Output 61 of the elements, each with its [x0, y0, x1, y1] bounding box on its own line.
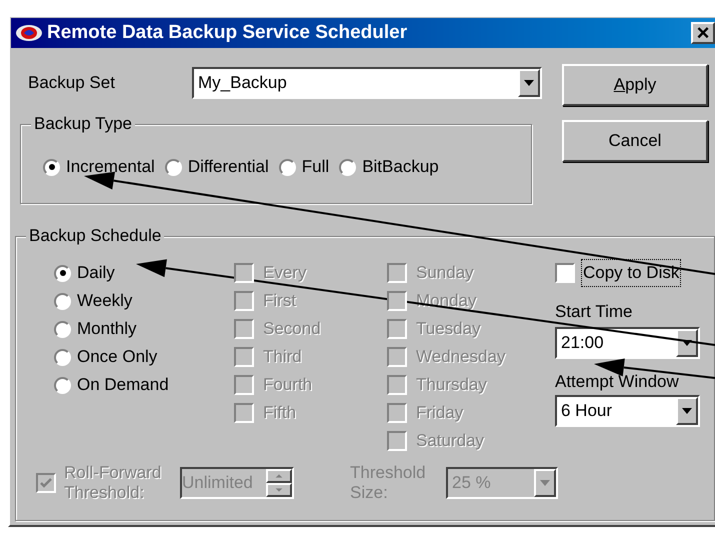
checkbox-label: Third [263, 346, 302, 368]
field-value: Unlimited [182, 472, 254, 494]
radio-button[interactable] [54, 376, 71, 394]
dropdown-button[interactable] [518, 69, 540, 97]
radio-button[interactable] [54, 320, 71, 338]
radio-label: Once Only [77, 346, 158, 368]
field-label: Start Time [555, 301, 634, 323]
field-value: My_Backup [197, 72, 288, 94]
caret-icon [524, 80, 534, 86]
radio-label: Incremental [66, 156, 155, 178]
checkbox-label: Wednesday [416, 346, 506, 368]
radio-button[interactable] [43, 158, 60, 176]
radio-label: Differential [188, 156, 269, 178]
spin-down-icon[interactable] [266, 483, 292, 497]
radio-button[interactable] [164, 158, 182, 176]
caret-icon [540, 480, 550, 486]
radio-label: On Demand [77, 374, 169, 396]
checkbox-label: First [263, 290, 296, 312]
checkbox-label: Copy to Disk [581, 259, 682, 287]
radio-button[interactable] [54, 264, 71, 282]
field-value: 6 Hour [560, 400, 614, 422]
radio-button[interactable] [278, 158, 296, 176]
radio-label: BitBackup [362, 156, 439, 178]
field-label: Backup Set [27, 72, 116, 94]
dropdown-button[interactable] [534, 469, 556, 497]
radio-button[interactable] [54, 292, 71, 310]
checkbox-label: Second [263, 318, 321, 340]
field-value: 21:00 [560, 332, 605, 354]
checkmark-icon [40, 478, 52, 488]
field-label: Threshold Size: [350, 463, 427, 503]
dropdown-button[interactable] [676, 329, 698, 357]
checkbox[interactable] [555, 263, 575, 283]
checkbox-label: Every [263, 262, 306, 284]
radio-button[interactable] [54, 348, 71, 366]
dialog-button[interactable]: Cancel [562, 120, 708, 162]
field-value: 25 % [451, 472, 492, 494]
radio-label: Full [302, 156, 330, 178]
caret-icon [682, 408, 692, 414]
app-logo-icon [15, 24, 43, 42]
checkbox-label: Friday [416, 402, 464, 424]
checkbox-label: Fourth [263, 374, 312, 396]
close-button[interactable]: × [691, 22, 715, 44]
spin-up-icon[interactable] [266, 469, 292, 483]
radio-label: Weekly [77, 290, 132, 312]
field-label: Attempt Window [555, 371, 680, 393]
checkbox-label: Roll-Forward Threshold: [64, 463, 162, 503]
radio-label: Daily [77, 262, 115, 284]
checkbox-label: Thursday [416, 374, 487, 396]
radio-label: Monthly [77, 318, 137, 340]
dropdown-field[interactable]: 21:00 [555, 327, 700, 359]
checkbox-label: Tuesday [416, 318, 481, 340]
dialog-button[interactable]: Apply [562, 64, 708, 106]
checkbox-label: Sunday [416, 262, 474, 284]
checkbox-label: Saturday [416, 430, 484, 452]
radio-button[interactable] [339, 158, 356, 176]
checkbox-label: Fifth [263, 402, 296, 424]
window-title: Remote Data Backup Service Scheduler [47, 20, 408, 45]
dropdown-field[interactable]: My_Backup [192, 67, 542, 99]
dropdown-button[interactable] [676, 397, 698, 425]
caret-icon [682, 340, 692, 346]
dropdown-field[interactable]: 6 Hour [555, 395, 700, 427]
